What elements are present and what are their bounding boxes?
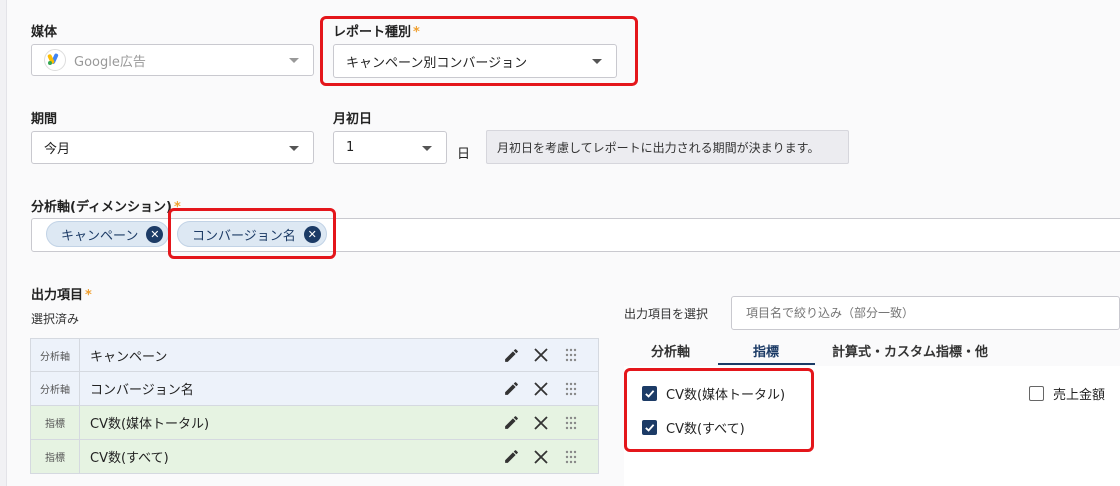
tab-dimensions[interactable]: 分析軸 bbox=[651, 341, 690, 360]
drag-handle-icon[interactable] bbox=[556, 450, 586, 464]
selected-label: 選択済み bbox=[31, 312, 80, 326]
month-start-value: 1 bbox=[346, 140, 355, 155]
table-row: 指標 CV数(媒体トータル) bbox=[30, 406, 599, 440]
row-name: キャンペーン bbox=[90, 349, 168, 365]
month-start-label: 月初日 bbox=[333, 112, 373, 127]
pencil-icon[interactable] bbox=[496, 380, 526, 397]
left-border bbox=[0, 0, 7, 486]
close-icon[interactable] bbox=[526, 348, 556, 362]
dimension-chip[interactable]: キャンペーン ✕ bbox=[46, 221, 170, 247]
month-start-note: 月初日を考慮してレポートに出力される期間が決まります。 bbox=[486, 130, 849, 164]
chip-label: キャンペーン bbox=[61, 228, 139, 244]
option-cv-all[interactable]: CV数(すべて) bbox=[642, 418, 745, 437]
table-row: 指標 CV数(すべて) bbox=[30, 440, 599, 474]
option-cv-total[interactable]: CV数(媒体トータル) bbox=[642, 384, 785, 403]
option-label: CV数(媒体トータル) bbox=[666, 388, 786, 403]
media-label: 媒体 bbox=[31, 25, 58, 40]
row-type: 指標 bbox=[31, 440, 80, 473]
row-name: CV数(媒体トータル) bbox=[90, 417, 210, 432]
chevron-down-icon bbox=[289, 58, 299, 63]
pencil-icon[interactable] bbox=[496, 347, 526, 364]
drag-handle-icon[interactable] bbox=[556, 348, 586, 362]
dimensions-label: 分析軸(ディメンション) * bbox=[31, 200, 181, 215]
period-select[interactable]: 今月 bbox=[31, 131, 314, 164]
report-type-label: レポート種別 * bbox=[333, 25, 420, 40]
close-icon[interactable] bbox=[526, 415, 556, 430]
chevron-down-icon bbox=[289, 145, 299, 151]
table-row: 分析軸 コンバージョン名 bbox=[30, 372, 599, 406]
row-name: コンバージョン名 bbox=[90, 383, 194, 398]
row-type: 分析軸 bbox=[31, 339, 80, 371]
option-label: 売上金額 bbox=[1053, 388, 1106, 403]
drag-handle-icon[interactable] bbox=[556, 382, 586, 396]
checkbox-checked-icon[interactable] bbox=[642, 420, 657, 435]
close-icon[interactable] bbox=[526, 449, 556, 464]
google-ads-icon bbox=[44, 49, 66, 71]
report-type-select[interactable]: キャンペーン別コンバージョン bbox=[333, 44, 617, 78]
period-value: 今月 bbox=[44, 142, 71, 157]
pencil-icon[interactable] bbox=[496, 448, 526, 465]
media-value: Google広告 bbox=[74, 54, 146, 70]
month-start-select[interactable]: 1 bbox=[333, 131, 447, 164]
picker-label: 出力項目を選択 bbox=[624, 307, 709, 321]
search-input[interactable] bbox=[731, 296, 1120, 330]
tab-formulas[interactable]: 計算式・カスタム指標・他 bbox=[832, 341, 988, 360]
chip-remove-icon[interactable]: ✕ bbox=[303, 225, 321, 243]
chip-label: コンバージョン名 bbox=[192, 228, 296, 244]
chip-remove-icon[interactable]: ✕ bbox=[146, 225, 164, 243]
period-label: 期間 bbox=[31, 112, 58, 127]
option-label: CV数(すべて) bbox=[666, 422, 745, 437]
checkbox-icon[interactable] bbox=[1029, 386, 1044, 401]
chevron-down-icon bbox=[422, 145, 432, 151]
drag-handle-icon[interactable] bbox=[556, 416, 586, 430]
table-row: 分析軸 キャンペーン bbox=[30, 338, 599, 372]
option-sales-amount[interactable]: 売上金額 bbox=[1029, 384, 1105, 403]
row-type: 指標 bbox=[31, 406, 80, 439]
day-unit: 日 bbox=[457, 147, 471, 162]
pencil-icon[interactable] bbox=[496, 414, 526, 431]
report-type-value: キャンペーン別コンバージョン bbox=[346, 55, 528, 71]
media-select[interactable]: Google広告 bbox=[31, 44, 314, 76]
tab-metrics[interactable]: 指標 bbox=[753, 341, 779, 360]
row-name: CV数(すべて) bbox=[90, 451, 169, 466]
close-icon[interactable] bbox=[526, 381, 556, 396]
checkbox-checked-icon[interactable] bbox=[642, 386, 657, 401]
chevron-down-icon bbox=[592, 59, 602, 64]
row-type: 分析軸 bbox=[31, 372, 80, 405]
dimension-chip[interactable]: コンバージョン名 ✕ bbox=[177, 221, 327, 247]
active-tab-underline bbox=[718, 363, 815, 365]
output-label: 出力項目 * bbox=[31, 288, 92, 303]
